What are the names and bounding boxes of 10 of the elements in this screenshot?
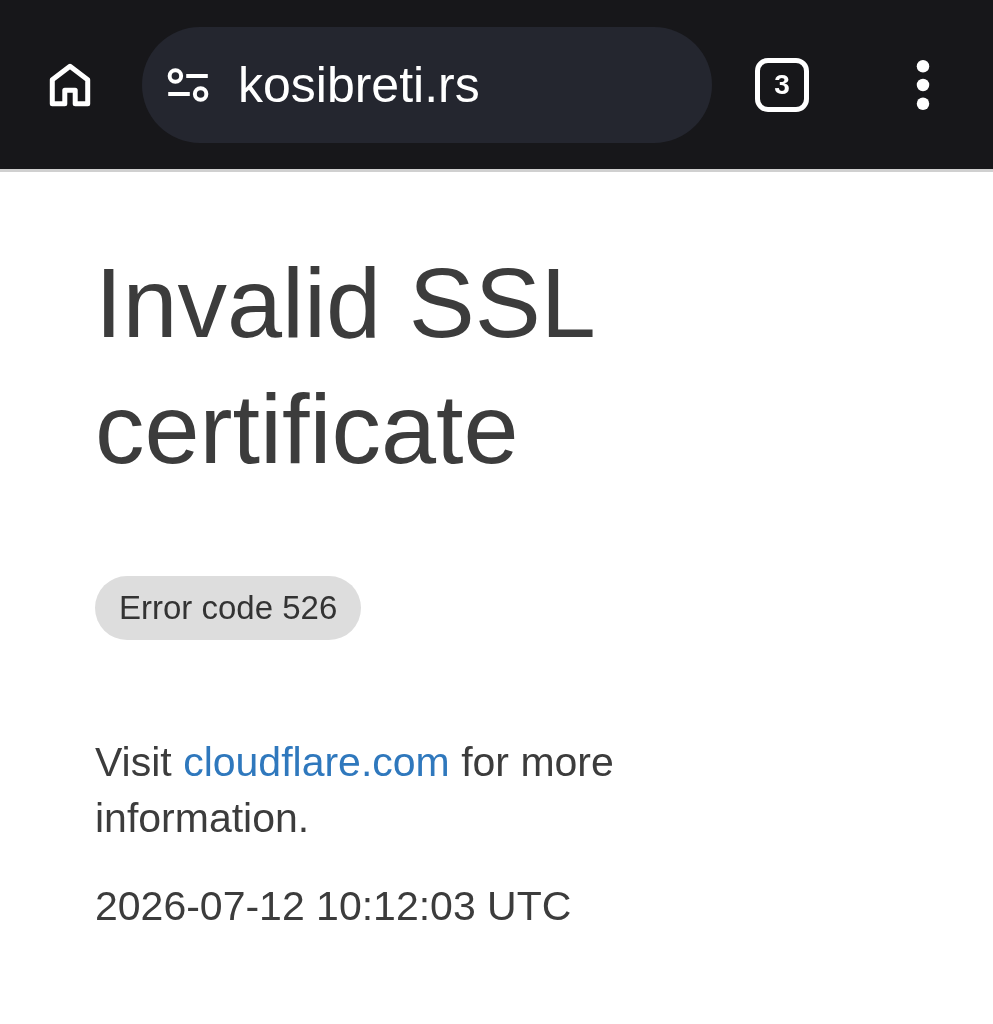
address-bar[interactable]: kosibreti.rs [142,26,712,143]
info-text: Visit cloudflare.com for more information. [95,738,615,843]
url-text: kosibreti.rs [238,59,480,110]
page-title: Invalid SSL certificate [95,246,594,486]
tab-count-button[interactable]: 3 [755,57,809,112]
cloudflare-link[interactable]: cloudflare.com [183,739,450,785]
error-code-badge: Error code 526 [95,576,362,640]
timestamp-text: 2026-07-12 10:12:03 UTC [95,882,572,931]
tune-icon[interactable] [166,66,210,103]
more-menu-icon[interactable] [916,59,930,110]
